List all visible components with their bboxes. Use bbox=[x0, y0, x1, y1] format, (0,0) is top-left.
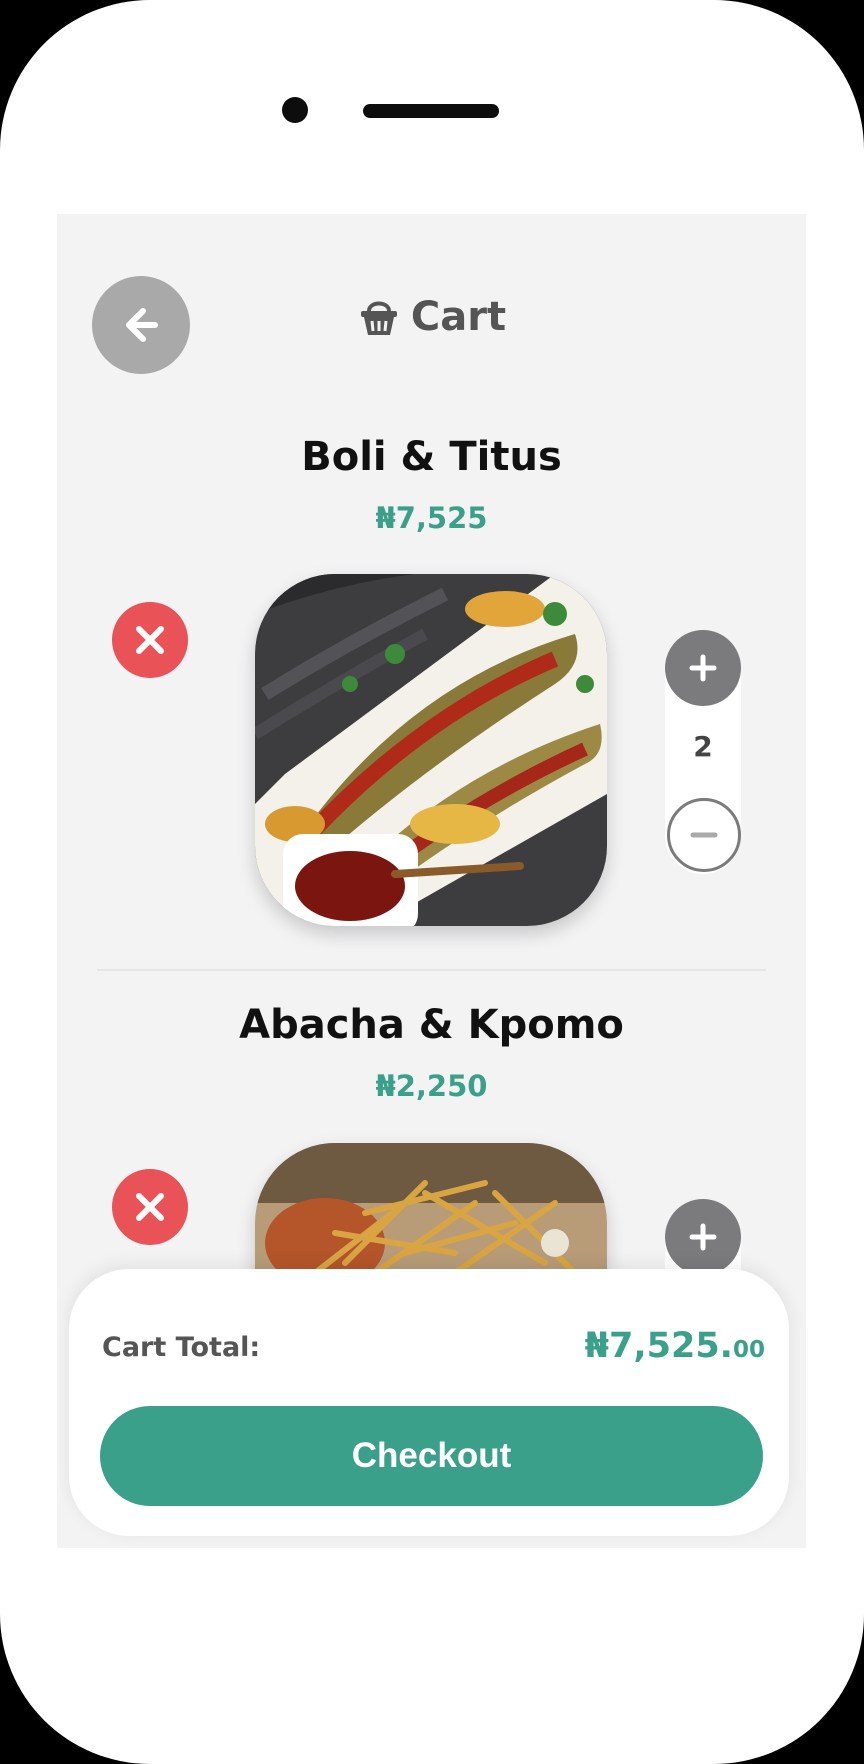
phone-frame: Cart Boli & Titus ₦7,525 2 Abacha & Kpom… bbox=[0, 0, 864, 1764]
cart-item-name: Abacha & Kpomo bbox=[239, 1002, 624, 1048]
earpiece-speaker bbox=[363, 104, 499, 118]
cart-item-price: ₦2,250 bbox=[375, 1069, 488, 1103]
cart-summary-panel: Cart Total: ₦7,525.00 Checkout bbox=[69, 1269, 789, 1536]
item-divider bbox=[97, 969, 766, 971]
plus-icon bbox=[689, 654, 717, 682]
basket-icon bbox=[360, 301, 397, 335]
quantity-value: 2 bbox=[693, 730, 713, 763]
close-icon bbox=[136, 1193, 164, 1221]
cart-total-cents: 00 bbox=[732, 1337, 765, 1363]
minus-icon bbox=[690, 832, 718, 838]
front-camera bbox=[282, 97, 308, 123]
plus-icon bbox=[689, 1223, 717, 1251]
remove-item-button[interactable] bbox=[112, 1169, 188, 1245]
cart-item-price: ₦7,525 bbox=[375, 501, 488, 535]
cart-total-value: ₦7,525.00 bbox=[585, 1326, 765, 1366]
remove-item-button[interactable] bbox=[112, 602, 188, 678]
increase-quantity-button[interactable] bbox=[665, 630, 741, 706]
page-title-text: Cart bbox=[410, 294, 507, 340]
app-screen: Cart Boli & Titus ₦7,525 2 Abacha & Kpom… bbox=[57, 214, 806, 1548]
cart-item-name: Boli & Titus bbox=[301, 434, 562, 480]
cart-total-main: ₦7,525. bbox=[584, 1326, 733, 1366]
food-image-grilled-fish bbox=[255, 574, 607, 926]
increase-quantity-button[interactable] bbox=[665, 1199, 741, 1275]
close-icon bbox=[136, 626, 164, 654]
decrease-quantity-button[interactable] bbox=[667, 798, 741, 872]
page-title: Cart bbox=[57, 294, 806, 340]
cart-total-label: Cart Total: bbox=[102, 1332, 261, 1363]
checkout-button[interactable]: Checkout bbox=[100, 1406, 763, 1506]
quantity-stepper: 2 bbox=[665, 630, 741, 874]
